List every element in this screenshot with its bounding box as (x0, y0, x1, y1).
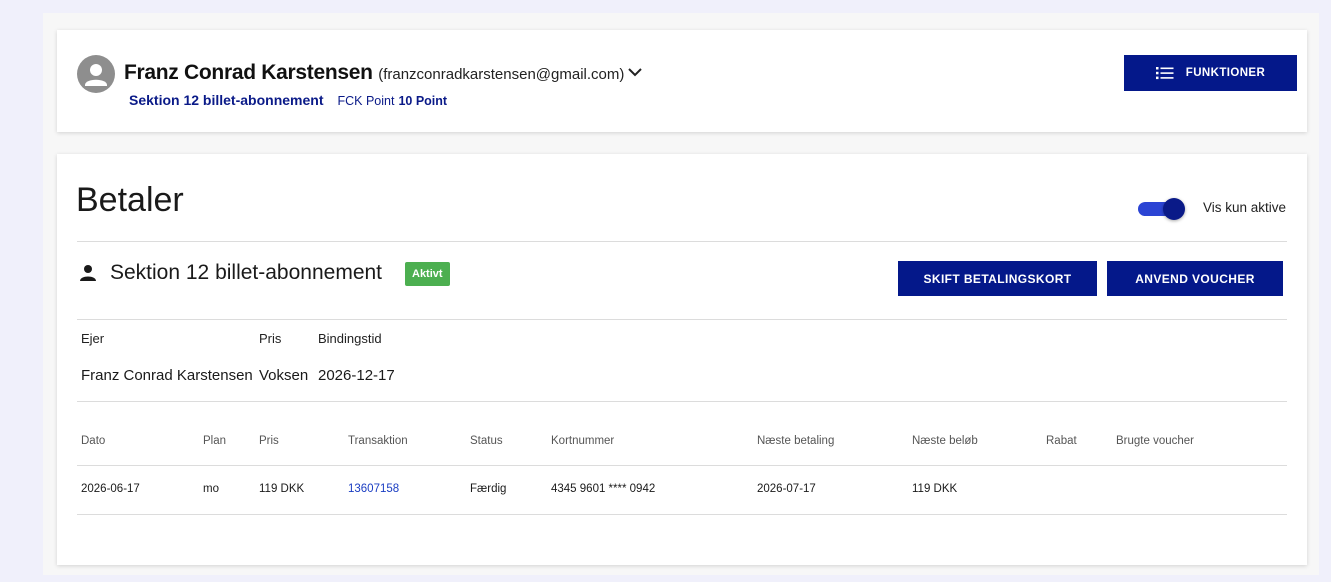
price-value: Voksen (259, 367, 309, 384)
subscription-link[interactable]: Sektion 12 billet-abonnement (129, 92, 323, 108)
list-icon (1155, 67, 1174, 80)
cell-date: 2026-06-17 (81, 483, 140, 495)
change-card-button[interactable]: SKIFT BETALINGSKORT (898, 261, 1097, 296)
col-header-next-amount: Næste beløb (912, 435, 978, 447)
col-header-status: Status (470, 435, 503, 447)
col-header-discount: Rabat (1046, 435, 1077, 447)
user-header-card: Franz Conrad Karstensen (franzconradkars… (57, 30, 1307, 132)
user-name: Franz Conrad Karstensen (franzconradkars… (124, 61, 624, 85)
user-email: (franzconradkarstensen@gmail.com) (378, 66, 625, 83)
divider (77, 465, 1287, 466)
cell-status: Færdig (470, 483, 507, 495)
cell-transaction-link[interactable]: 13607158 (348, 483, 399, 495)
points-value: 10 Point (398, 94, 448, 108)
page-title: Betaler (76, 181, 184, 219)
owner-label: Ejer (81, 331, 105, 346)
apply-voucher-button[interactable]: ANVEND VOUCHER (1107, 261, 1283, 296)
col-header-used-voucher: Brugte voucher (1116, 435, 1194, 447)
cell-plan: mo (203, 483, 219, 495)
col-header-card-number: Kortnummer (551, 435, 615, 447)
binding-value: 2026-12-17 (318, 367, 395, 384)
col-header-transaction: Transaktion (348, 435, 408, 447)
binding-label: Bindingstid (318, 331, 382, 346)
col-header-plan: Plan (203, 435, 227, 447)
cell-card-number: 4345 9601 **** 0942 (551, 483, 656, 495)
cell-next-amount: 119 DKK (912, 483, 958, 495)
functions-button[interactable]: FUNKTIONER (1124, 55, 1297, 91)
person-icon (80, 265, 96, 281)
avatar-icon (77, 55, 115, 93)
chevron-down-icon[interactable] (627, 65, 643, 79)
col-header-next-payment: Næste betaling (757, 435, 835, 447)
owner-value: Franz Conrad Karstensen (81, 367, 253, 384)
functions-button-label: FUNKTIONER (1185, 67, 1266, 79)
points-label: FCK Point (337, 94, 395, 108)
user-full-name: Franz Conrad Karstensen (124, 61, 373, 84)
user-subscription-line: Sektion 12 billet-abonnement FCK Point 1… (129, 92, 447, 108)
status-badge: Aktivt (405, 262, 450, 286)
cell-price: 119 DKK (259, 483, 305, 495)
payer-card: Betaler Vis kun aktive Sektion 12 billet… (57, 154, 1307, 565)
toggle-thumb (1163, 198, 1185, 220)
show-active-toggle[interactable] (1138, 197, 1186, 221)
show-active-label: Vis kun aktive (1203, 200, 1287, 215)
cell-next-payment: 2026-07-17 (757, 483, 816, 495)
divider (77, 401, 1287, 402)
col-header-date: Dato (81, 435, 106, 447)
divider (77, 241, 1287, 242)
divider (77, 319, 1287, 320)
col-header-price: Pris (259, 435, 279, 447)
subscription-title: Sektion 12 billet-abonnement (110, 261, 383, 284)
price-label: Pris (259, 331, 282, 346)
divider (77, 514, 1287, 515)
